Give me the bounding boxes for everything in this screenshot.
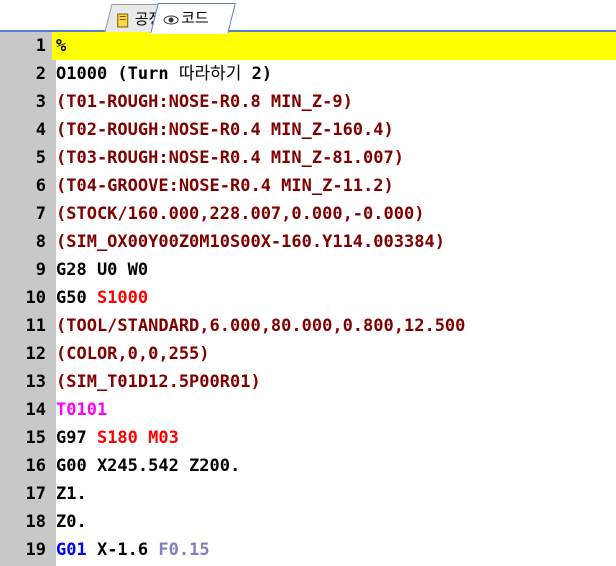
code-token: G50 <box>56 288 97 308</box>
line-number: 13 <box>0 368 52 396</box>
code-line[interactable]: 5 (T03-ROUGH:NOSE-R0.4 MIN_Z-81.007) <box>0 144 616 172</box>
code-token: (T03-ROUGH:NOSE-R0.4 MIN_Z-81.007) <box>56 148 404 168</box>
code-token: G28 U0 W0 <box>56 260 149 280</box>
code-line[interactable]: 14 T0101 <box>0 396 616 424</box>
tab-bar: 공정 코드 <box>0 0 616 34</box>
line-number: 16 <box>0 452 52 480</box>
code-text[interactable]: (TOOL/STANDARD,6.000,80.000,0.800,12.500 <box>52 312 616 340</box>
code-text[interactable]: Z0. <box>52 508 616 536</box>
code-text[interactable]: (T02-ROUGH:NOSE-R0.4 MIN_Z-160.4) <box>52 116 616 144</box>
code-text[interactable]: (T03-ROUGH:NOSE-R0.4 MIN_Z-81.007) <box>52 144 616 172</box>
line-number: 9 <box>0 256 52 284</box>
line-number: 17 <box>0 480 52 508</box>
code-text[interactable]: (T04-GROOVE:NOSE-R0.4 MIN_Z-11.2) <box>52 172 616 200</box>
code-token: 따라하기 <box>178 64 242 84</box>
code-line[interactable]: 10 G50 S1000 <box>0 284 616 312</box>
line-number: 19 <box>0 536 52 564</box>
code-text[interactable]: (COLOR,0,0,255) <box>52 340 616 368</box>
code-token: (T04-GROOVE:NOSE-R0.4 MIN_Z-11.2) <box>56 176 394 196</box>
code-text[interactable]: G28 U0 W0 <box>52 256 616 284</box>
code-line[interactable]: 4 (T02-ROUGH:NOSE-R0.4 MIN_Z-160.4) <box>0 116 616 144</box>
code-text[interactable]: (STOCK/160.000,228.007,0.000,-0.000) <box>52 200 616 228</box>
line-number: 4 <box>0 116 52 144</box>
code-token: O1000 (Turn <box>56 64 179 84</box>
code-token: G01 <box>56 540 87 560</box>
code-token: S1000 <box>96 288 149 308</box>
code-line[interactable]: 2 O1000 (Turn 따라하기 2) <box>0 60 616 88</box>
code-line[interactable]: 3 (T01-ROUGH:NOSE-R0.8 MIN_Z-9) <box>0 88 616 116</box>
code-text[interactable]: (SIM_T01D12.5P00R01) <box>52 368 616 396</box>
code-text[interactable]: G97 S180 M03 <box>52 424 616 452</box>
code-line[interactable]: 16 G00 X245.542 Z200. <box>0 452 616 480</box>
code-token: 2) <box>241 64 273 84</box>
line-number: 10 <box>0 284 52 312</box>
code-text[interactable]: Z1. <box>52 480 616 508</box>
code-token: Z0. <box>56 512 87 532</box>
line-number: 8 <box>0 228 52 256</box>
line-number: 12 <box>0 340 52 368</box>
code-text[interactable]: G01 X-1.6 F0.15 <box>52 536 616 564</box>
tab-code-label: 코드 <box>181 9 209 27</box>
tab-code[interactable]: 코드 <box>150 3 236 34</box>
code-line[interactable]: 8 (SIM_OX00Y00Z0M10S00X-160.Y114.003384) <box>0 228 616 256</box>
code-token: X-1.6 <box>86 540 159 560</box>
code-line[interactable]: 11 (TOOL/STANDARD,6.000,80.000,0.800,12.5… <box>0 312 616 340</box>
line-number: 15 <box>0 424 52 452</box>
line-number: 1 <box>0 32 52 60</box>
code-text[interactable]: % <box>52 32 616 60</box>
code-line[interactable]: 6 (T04-GROOVE:NOSE-R0.4 MIN_Z-11.2) <box>0 172 616 200</box>
line-number: 7 <box>0 200 52 228</box>
code-token: S180 <box>96 428 138 448</box>
line-number: 5 <box>0 144 52 172</box>
code-line[interactable]: 17 Z1. <box>0 480 616 508</box>
code-text[interactable]: G50 S1000 <box>52 284 616 312</box>
code-token: (STOCK/160.000,228.007,0.000,-0.000) <box>56 204 425 224</box>
code-text[interactable]: O1000 (Turn 따라하기 2) <box>52 60 616 88</box>
code-line[interactable]: 1% <box>0 32 616 60</box>
code-text[interactable]: G00 X245.542 Z200. <box>52 452 616 480</box>
code-token: (TOOL/STANDARD,6.000,80.000,0.800,12.500 <box>56 316 466 336</box>
code-token: (COLOR,0,0,255) <box>56 344 210 364</box>
document-icon <box>117 11 131 27</box>
code-token: G97 <box>56 428 97 448</box>
code-token: Z1. <box>56 484 87 504</box>
code-line[interactable]: 7 (STOCK/160.000,228.007,0.000,-0.000) <box>0 200 616 228</box>
code-line[interactable]: 9 G28 U0 W0 <box>0 256 616 284</box>
code-token: (T01-ROUGH:NOSE-R0.8 MIN_Z-9) <box>56 92 353 112</box>
code-token: T0101 <box>56 400 108 420</box>
line-number: 6 <box>0 172 52 200</box>
code-line[interactable]: 13 (SIM_T01D12.5P00R01) <box>0 368 616 396</box>
code-line[interactable]: 15 G97 S180 M03 <box>0 424 616 452</box>
code-token: F0.15 <box>158 540 210 560</box>
code-line[interactable]: 12 (COLOR,0,0,255) <box>0 340 616 368</box>
code-token: (T02-ROUGH:NOSE-R0.4 MIN_Z-160.4) <box>56 120 394 140</box>
code-token: G00 X245.542 Z200. <box>56 456 241 476</box>
line-number: 3 <box>0 88 52 116</box>
code-line[interactable]: 18 Z0. <box>0 508 616 536</box>
eye-icon <box>163 10 179 26</box>
code-text[interactable]: T0101 <box>52 396 616 424</box>
code-token: (SIM_OX00Y00Z0M10S00X-160.Y114.003384) <box>56 232 445 252</box>
code-token: % <box>56 36 67 56</box>
line-number: 14 <box>0 396 52 424</box>
code-line[interactable]: 19 G01 X-1.6 F0.15 <box>0 536 616 564</box>
code-editor[interactable]: 1% 2 O1000 (Turn 따라하기 2) 3 (T01-ROUGH:NOSE-R… <box>0 32 616 566</box>
line-number: 11 <box>0 312 52 340</box>
code-token: M03 <box>148 428 179 448</box>
line-number: 2 <box>0 60 52 88</box>
code-text[interactable]: (SIM_OX00Y00Z0M10S00X-160.Y114.003384) <box>52 228 616 256</box>
code-text[interactable]: (T01-ROUGH:NOSE-R0.8 MIN_Z-9) <box>52 88 616 116</box>
line-number: 18 <box>0 508 52 536</box>
code-token: (SIM_T01D12.5P00R01) <box>56 372 261 392</box>
